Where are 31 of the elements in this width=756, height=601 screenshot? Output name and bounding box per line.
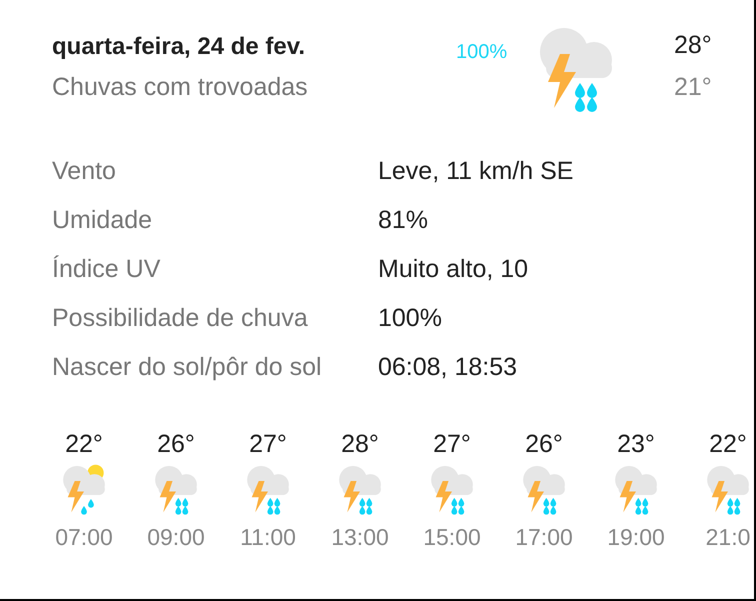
hour-temperature: 27° <box>433 429 471 459</box>
detail-value: 06:08, 18:53 <box>378 352 518 383</box>
detail-label: Possibilidade de chuva <box>52 303 309 334</box>
hour-time: 07:00 <box>55 523 113 551</box>
hour-temperature: 22° <box>709 429 747 459</box>
hour-temperature: 28° <box>341 429 379 459</box>
detail-value: 81% <box>378 205 430 236</box>
hour-time: 11:00 <box>240 523 296 551</box>
high-temperature: 28° <box>674 30 712 60</box>
hour-time: 19:00 <box>607 523 665 551</box>
detail-value: Leve, 11 km/h SE <box>378 156 574 187</box>
hour-temperature: 26° <box>157 429 195 459</box>
hour-temperature: 27° <box>249 429 287 459</box>
hour-temperature: 26° <box>525 429 563 459</box>
weather-condition: Chuvas com trovoadas <box>52 72 309 102</box>
hour-time: 17:00 <box>515 523 573 551</box>
precipitation-chance: 100% <box>456 41 508 64</box>
hour-time: 09:00 <box>147 523 205 551</box>
hour-time: 13:00 <box>331 523 389 551</box>
hour-temperature: 22° <box>65 429 103 459</box>
hour-time: 21:0 <box>706 523 750 551</box>
detail-value: 100% <box>378 303 443 334</box>
detail-label: Umidade <box>52 205 154 236</box>
hour-temperature: 23° <box>617 429 655 459</box>
detail-label: Vento <box>52 156 117 187</box>
detail-value: Muito alto, 10 <box>378 254 530 285</box>
detail-label: Nascer do sol/pôr do sol <box>52 352 323 383</box>
hour-time: 15:00 <box>423 523 481 551</box>
detail-label: Índice UV <box>52 254 162 285</box>
low-temperature: 21° <box>674 72 712 102</box>
date-title: quarta-feira, 24 de fev. <box>52 32 306 62</box>
